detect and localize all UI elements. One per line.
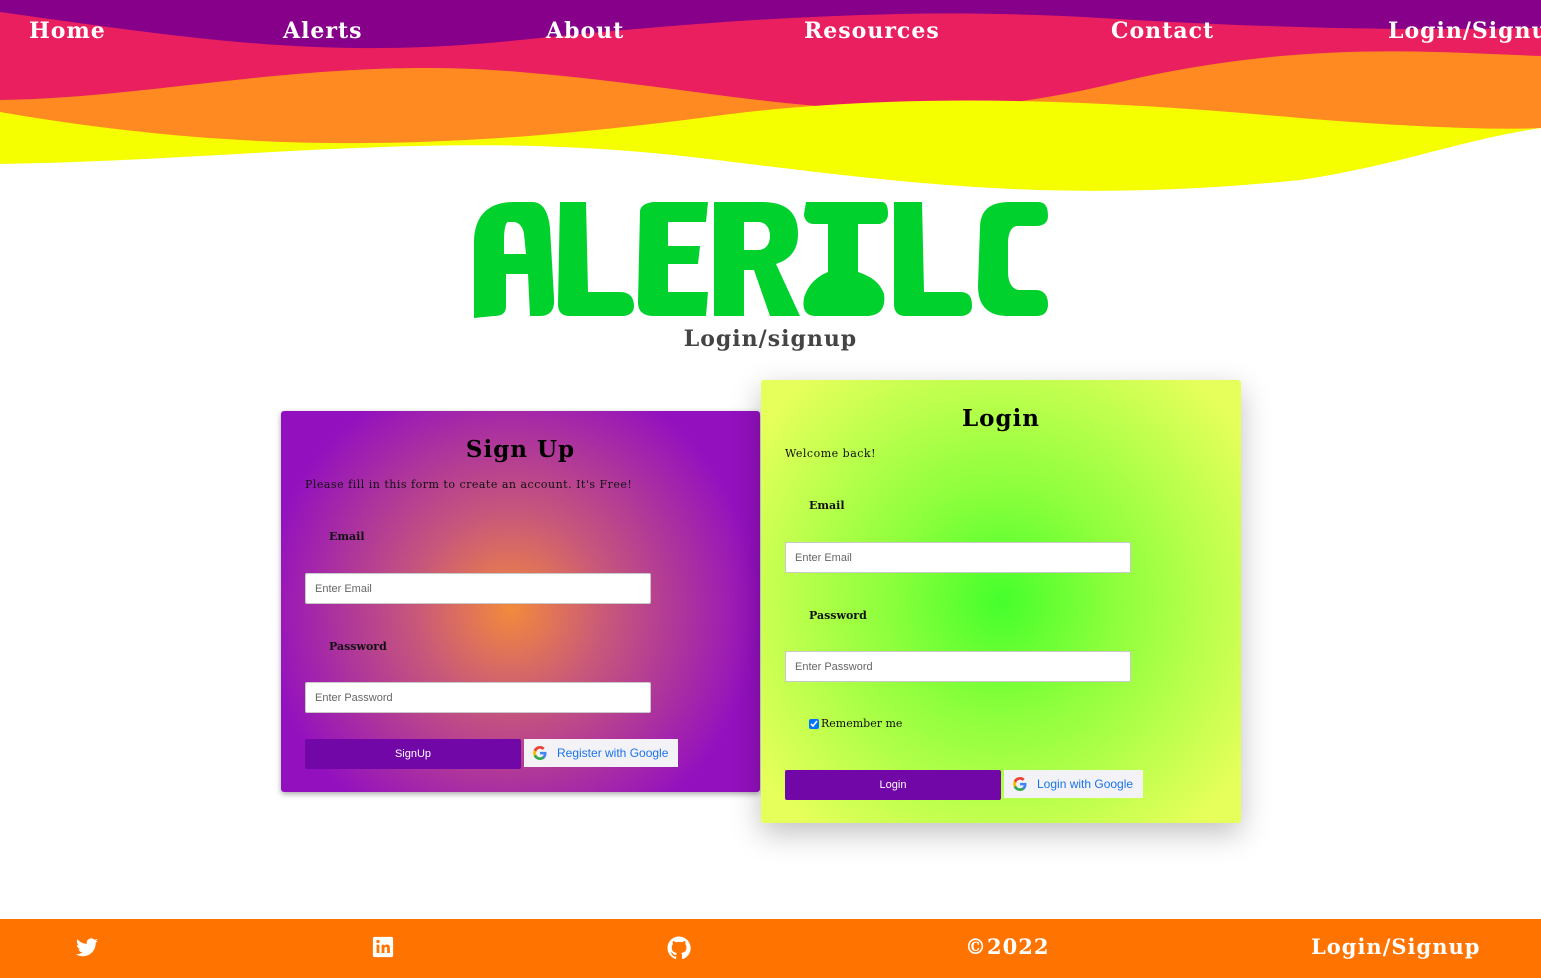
footer-copyright: ©2022: [965, 934, 1050, 959]
remember-me-checkbox[interactable]: [809, 718, 819, 729]
register-google-label: Register with Google: [557, 746, 669, 760]
twitter-icon[interactable]: [75, 936, 99, 960]
nav-contact[interactable]: Contact: [1111, 18, 1214, 44]
login-title: Login: [961, 405, 1041, 432]
login-email-input[interactable]: [785, 542, 1131, 573]
footer-login-signup[interactable]: Login/Signup: [1311, 934, 1480, 959]
login-button[interactable]: Login: [785, 770, 1001, 800]
top-nav: Home Alerts About Resources Contact Logi…: [0, 18, 1541, 54]
nav-alerts[interactable]: Alerts: [283, 18, 363, 44]
google-icon: [1013, 777, 1027, 791]
login-description: Welcome back!: [785, 447, 877, 460]
signup-description: Please fill in this form to create an ac…: [305, 478, 633, 491]
login-google-button[interactable]: Login with Google: [1004, 770, 1144, 798]
footer: ©2022 Login/Signup: [0, 919, 1541, 978]
signup-card: Sign Up Please fill in this form to crea…: [281, 411, 760, 792]
login-password-label: Password: [809, 609, 867, 622]
login-google-label: Login with Google: [1037, 777, 1134, 791]
signup-button[interactable]: SignUp: [305, 739, 521, 769]
login-card: Login Welcome back! Email Password Remem…: [761, 380, 1241, 823]
github-icon[interactable]: [667, 936, 691, 960]
register-google-button[interactable]: Register with Google: [524, 739, 679, 767]
login-password-input[interactable]: [785, 651, 1131, 682]
nav-home[interactable]: Home: [29, 18, 106, 44]
signup-password-label: Password: [329, 640, 387, 653]
nav-resources[interactable]: Resources: [804, 18, 940, 44]
signup-password-input[interactable]: [305, 682, 651, 713]
signup-email-label: Email: [329, 530, 365, 543]
remember-me-label: Remember me: [821, 717, 903, 730]
remember-me[interactable]: Remember me: [809, 717, 902, 730]
alertle-logo: [474, 202, 1048, 318]
login-email-label: Email: [809, 499, 845, 512]
signup-title: Sign Up: [465, 436, 576, 463]
page-subtitle: Login/signup: [683, 326, 858, 352]
nav-about[interactable]: About: [546, 18, 624, 44]
nav-login-signup[interactable]: Login/Signup: [1388, 18, 1541, 44]
linkedin-icon[interactable]: [372, 936, 394, 958]
google-icon: [533, 746, 547, 760]
signup-email-input[interactable]: [305, 573, 651, 604]
